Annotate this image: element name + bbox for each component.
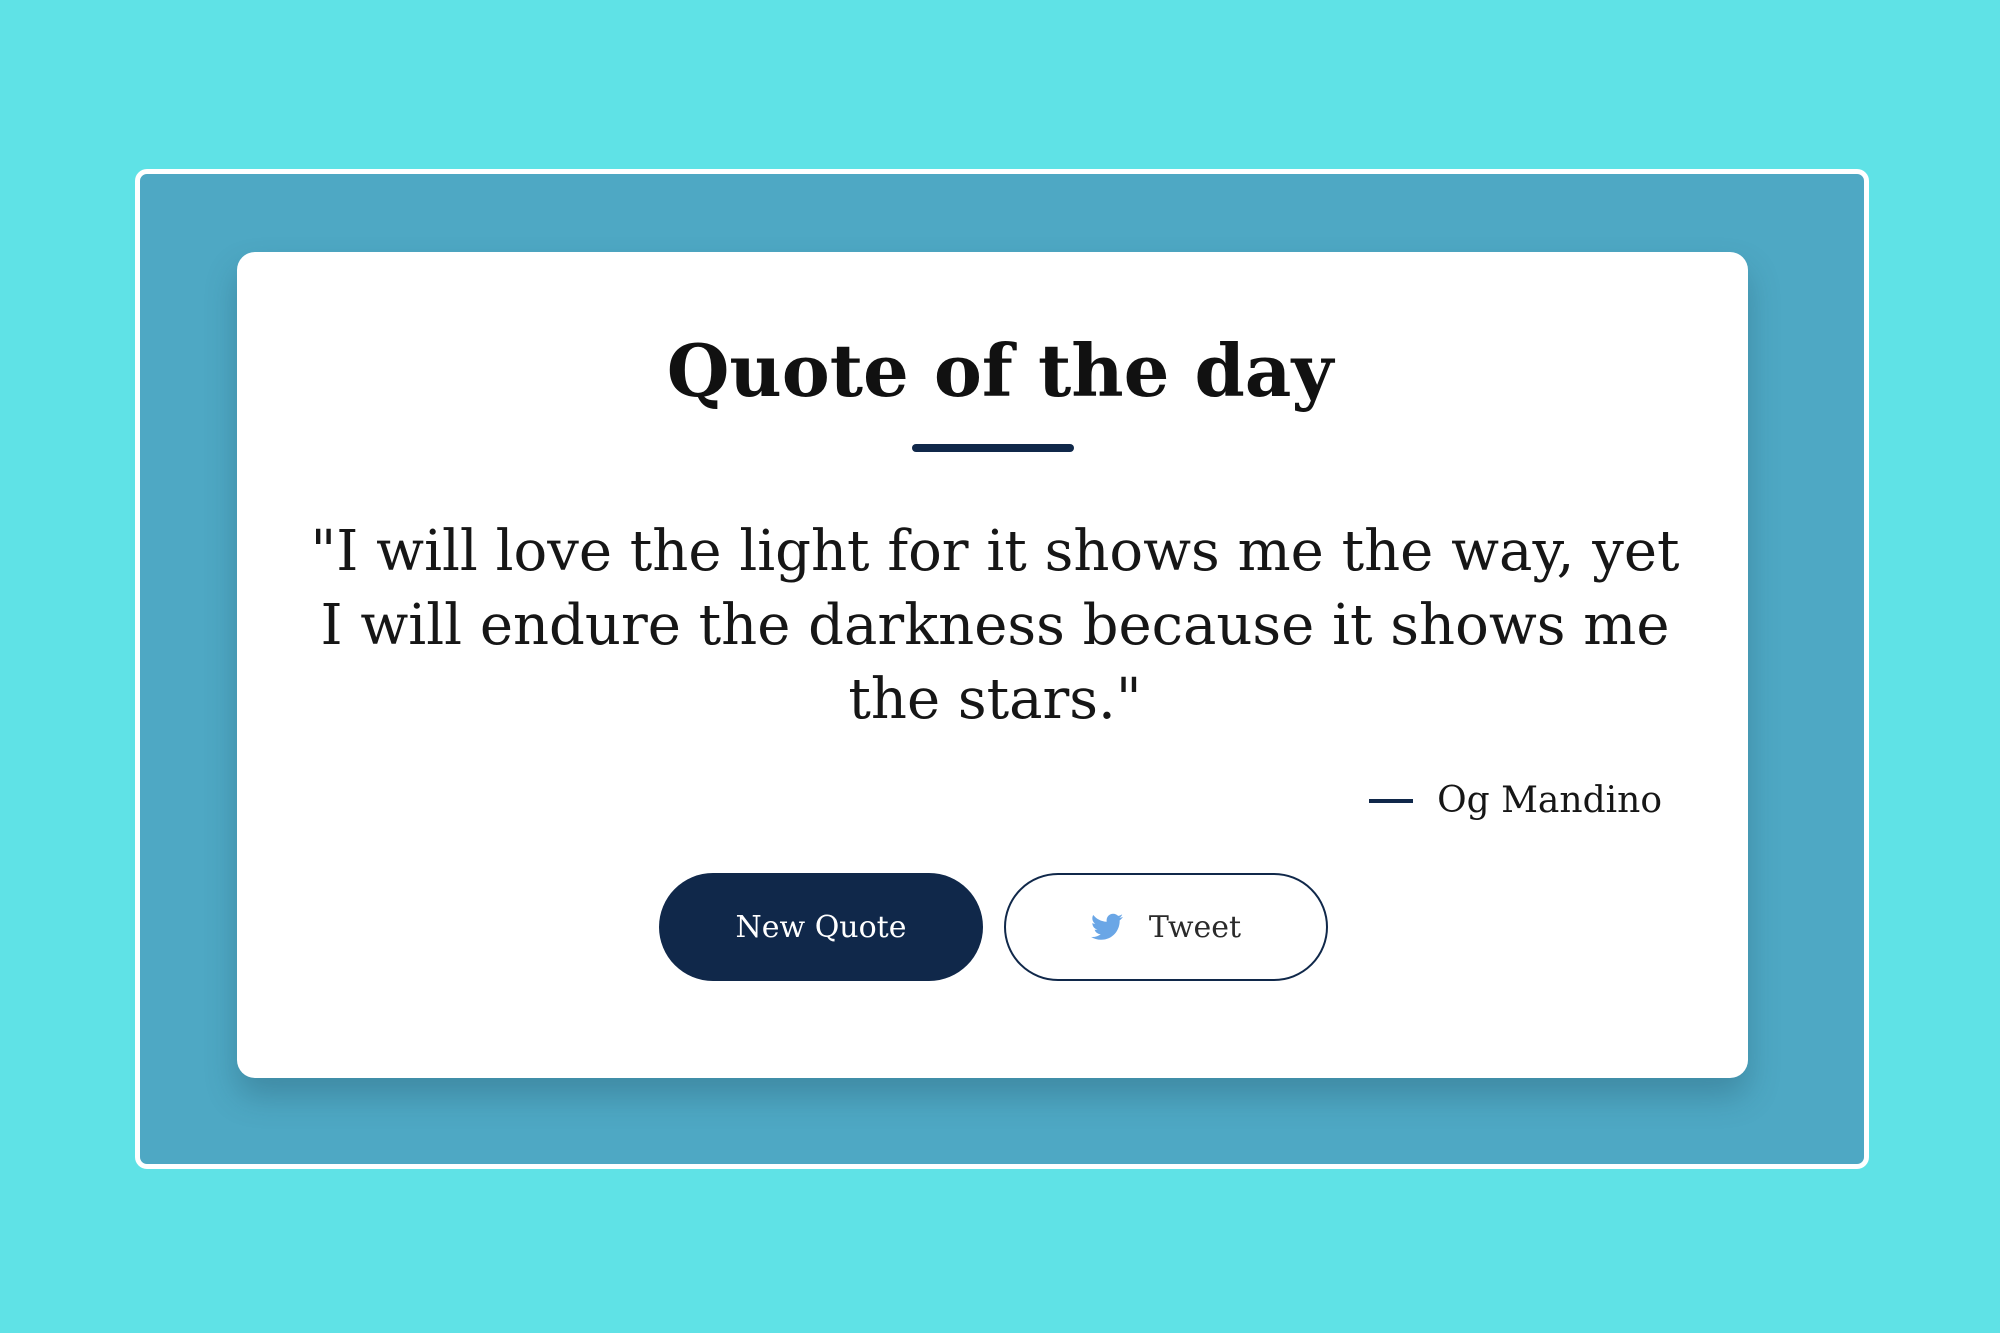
tweet-label: Tweet xyxy=(1148,909,1242,945)
tweet-button[interactable]: Tweet xyxy=(1004,873,1328,981)
author-dash xyxy=(1369,798,1414,803)
title-underline xyxy=(912,444,1074,452)
new-quote-button[interactable]: New Quote xyxy=(659,873,983,981)
quote-text: "I will love the light for it shows me t… xyxy=(310,519,1680,732)
new-quote-label: New Quote xyxy=(735,909,907,945)
quote-author: Og Mandino xyxy=(1369,780,1662,821)
author-name: Og Mandino xyxy=(1437,780,1662,821)
twitter-bird-icon xyxy=(1090,913,1123,941)
page-title: Quote of the day xyxy=(666,328,1334,413)
